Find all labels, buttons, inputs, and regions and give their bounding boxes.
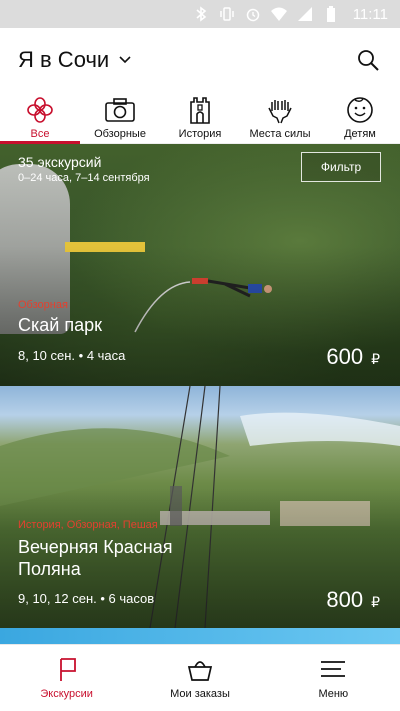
nav-menu[interactable]: Меню [267,645,400,711]
currency-symbol: ₽ [371,594,380,610]
currency-symbol: ₽ [371,351,380,367]
nav-label: Экскурсии [40,688,93,700]
child-face-icon [347,97,373,123]
tab-label: Детям [344,128,376,140]
filter-button[interactable]: Фильтр [301,152,381,182]
tab-label: Обзорные [94,128,146,140]
signal-icon [297,6,313,22]
menu-icon [321,661,346,677]
chevron-down-icon [119,56,131,64]
bluetooth-icon [193,6,209,22]
tour-title-line: Вечерняя Красная [18,537,173,557]
category-tabs: Все Обзорные История Места силы Детям [0,92,400,144]
tab-label: Все [30,128,50,140]
vibrate-icon [219,6,235,22]
price-value: 800 [326,587,364,612]
hands-icon [268,100,292,124]
wifi-icon [270,6,287,22]
tower-icon [190,97,210,124]
tour-meta: 9, 10, 12 сен. • 6 часов [18,591,155,606]
tour-title: Вечерняя Красная Поляна [18,536,172,580]
search-button[interactable] [356,48,380,72]
tour-category: История, Обзорная, Пешая [18,519,158,531]
battery-icon [323,6,339,22]
date-range: 0–24 часа, 7–14 сентября [18,172,150,184]
tab-kids[interactable]: Детям [320,92,400,144]
tab-history[interactable]: История [160,92,240,144]
camera-icon [105,98,135,122]
tour-count: 35 экскурсий 0–24 часа, 7–14 сентября [18,154,150,184]
tour-card[interactable] [0,628,400,644]
tab-label: Места силы [249,128,311,140]
tour-price: 800 ₽ [326,587,380,613]
clock-time: 11:11 [352,5,388,23]
tour-category: Обзорная [18,299,68,311]
tab-power-places[interactable]: Места силы [240,92,320,144]
app-bar: Я в Сочи [0,28,400,92]
nav-label: Меню [318,688,349,700]
status-bar: 11:11 [0,0,400,28]
tour-meta: 8, 10 сен. • 4 часа [18,348,126,363]
nav-my-orders[interactable]: Мои заказы [133,645,266,711]
nav-label: Мои заказы [170,688,230,700]
basket-icon [187,661,213,681]
tour-count-text: 35 экскурсий [18,154,102,170]
nav-tours[interactable]: Экскурсии [0,645,133,711]
search-icon [358,50,379,71]
page-title: Я в Сочи [18,47,110,72]
tab-overview[interactable]: Обзорные [80,92,160,144]
tour-title: Скай парк [18,315,102,335]
flag-icon [59,658,76,681]
flower-icon [27,97,53,123]
tour-card[interactable]: История, Обзорная, Пешая Вечерняя Красна… [0,386,400,628]
tour-title-line: Поляна [18,559,81,579]
tour-price: 600 ₽ [326,344,380,370]
bottom-nav: Экскурсии Мои заказы Меню [0,644,400,711]
city-selector[interactable]: Я в Сочи [18,47,131,73]
alarm-icon [245,6,261,22]
price-value: 600 [326,344,364,369]
tour-card[interactable]: 35 экскурсий 0–24 часа, 7–14 сентября Фи… [0,144,400,386]
tab-label: История [178,128,222,140]
tour-feed[interactable]: 35 экскурсий 0–24 часа, 7–14 сентября Фи… [0,144,400,644]
tab-all[interactable]: Все [0,92,80,144]
